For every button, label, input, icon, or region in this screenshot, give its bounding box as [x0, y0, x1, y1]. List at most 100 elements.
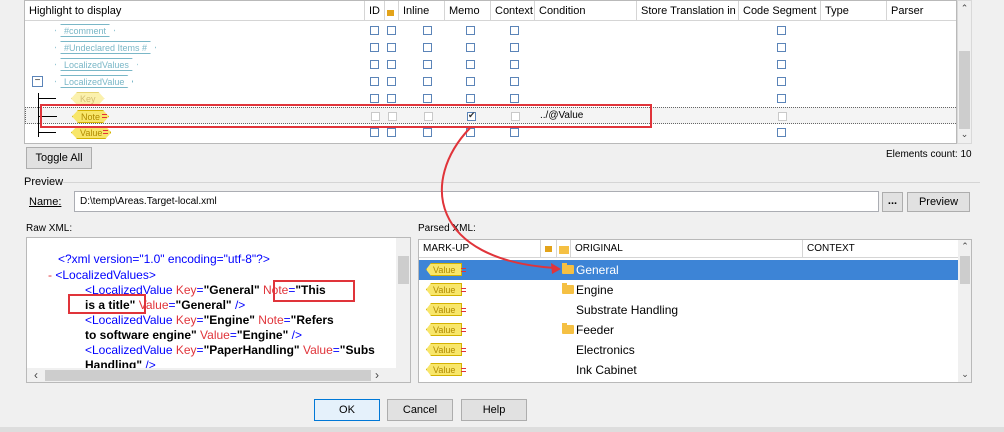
browse-button[interactable]: ...: [882, 192, 903, 212]
column-checkbox[interactable]: [423, 77, 432, 86]
toggle-all-button[interactable]: Toggle All: [26, 147, 92, 169]
scroll-thumb[interactable]: [45, 370, 371, 381]
scroll-left-icon[interactable]: ‹: [31, 368, 41, 382]
markup-tag: Value: [426, 343, 463, 356]
col-type[interactable]: Type: [821, 1, 887, 21]
annotation-arrow: [440, 127, 561, 274]
raw-xml-hscrollbar[interactable]: ‹ ›: [27, 368, 410, 382]
parsed-row[interactable]: Value Electronics: [419, 340, 961, 360]
scroll-thumb[interactable]: [960, 256, 970, 284]
xml-attr-value: "Engine": [236, 328, 289, 342]
scroll-down-icon[interactable]: ⌄: [958, 129, 971, 140]
column-checkbox[interactable]: [370, 26, 379, 35]
element-tag: LocalizedValue: [55, 75, 133, 88]
parsed-row[interactable]: Value Engine: [419, 280, 961, 300]
scroll-up-icon[interactable]: ⌃: [958, 3, 971, 14]
parsed-row[interactable]: Value Ink Cabinet: [419, 360, 961, 380]
original-text: Electronics: [576, 343, 635, 357]
column-checkbox[interactable]: [423, 60, 432, 69]
scroll-right-icon[interactable]: ›: [372, 368, 382, 382]
column-checkbox[interactable]: [510, 60, 519, 69]
xml-attr: Value: [200, 328, 230, 342]
xml-attr-value: "General": [175, 298, 232, 312]
column-checkbox[interactable]: [466, 94, 475, 103]
column-checkbox[interactable]: [510, 43, 519, 52]
column-checkbox[interactable]: [777, 43, 786, 52]
parsed-row[interactable]: Value Substrate Handling: [419, 300, 961, 320]
column-checkbox[interactable]: [387, 77, 396, 86]
equals-icon: [461, 348, 466, 352]
xml-line-paper: <LocalizedValue Key="PaperHandling" Valu…: [85, 343, 375, 357]
highlight-row[interactable]: #comment: [25, 22, 956, 39]
cancel-button[interactable]: Cancel: [387, 399, 453, 421]
column-checkbox[interactable]: [423, 94, 432, 103]
col-context[interactable]: CONTEXT: [803, 240, 959, 258]
highlight-scrollbar[interactable]: ⌃ ⌄: [957, 0, 972, 144]
col-highlight[interactable]: Highlight to display: [25, 1, 365, 21]
folder-icon: [562, 323, 574, 334]
element-tag: #Undeclared Items #: [55, 41, 156, 54]
column-checkbox[interactable]: [387, 128, 396, 137]
col-context[interactable]: Context: [491, 1, 535, 21]
original-text: Engine: [576, 283, 614, 297]
col-original[interactable]: ORIGINAL: [571, 240, 803, 258]
col-parser[interactable]: Parser: [887, 1, 956, 21]
column-checkbox[interactable]: [387, 60, 396, 69]
collapse-toggle[interactable]: -: [48, 268, 52, 282]
col-store-translation[interactable]: Store Translation in: [637, 1, 739, 21]
collapse-icon[interactable]: −: [32, 76, 43, 87]
col-id[interactable]: ID: [365, 1, 385, 21]
parsed-row[interactable]: Value Feeder: [419, 320, 961, 340]
xml-tag: <LocalizedValue: [85, 343, 173, 357]
highlight-row[interactable]: − LocalizedValue: [25, 73, 956, 90]
xml-attr: Key: [175, 343, 197, 357]
column-checkbox[interactable]: [423, 43, 432, 52]
column-checkbox[interactable]: [370, 128, 379, 137]
xml-line-engine: <LocalizedValue Key="Engine" Note="Refer…: [85, 313, 334, 327]
col-inline[interactable]: Inline: [399, 1, 445, 21]
column-checkbox[interactable]: [387, 26, 396, 35]
highlight-row[interactable]: LocalizedValues: [25, 56, 956, 73]
column-checkbox[interactable]: [370, 43, 379, 52]
column-checkbox[interactable]: [466, 26, 475, 35]
highlight-row[interactable]: #Undeclared Items #: [25, 39, 956, 56]
preview-button[interactable]: Preview: [907, 192, 970, 212]
col-memo[interactable]: Memo: [445, 1, 491, 21]
ok-button[interactable]: OK: [314, 399, 380, 421]
raw-xml-vscrollbar[interactable]: [396, 238, 410, 368]
markup-tag: Value: [426, 283, 463, 296]
column-checkbox[interactable]: [777, 94, 786, 103]
markup-tag: Value: [426, 363, 463, 376]
column-checkbox[interactable]: [777, 77, 786, 86]
col-code-segment[interactable]: Code Segment: [739, 1, 821, 21]
tree-branch: [38, 132, 56, 133]
scroll-up-icon[interactable]: ⌃: [958, 241, 971, 252]
column-checkbox[interactable]: [387, 94, 396, 103]
xml-attr: Key: [175, 283, 197, 297]
column-checkbox[interactable]: [370, 77, 379, 86]
col-condition[interactable]: Condition: [535, 1, 637, 21]
scroll-thumb[interactable]: [398, 256, 409, 284]
column-checkbox[interactable]: [370, 60, 379, 69]
column-checkbox[interactable]: [777, 60, 786, 69]
col-lock[interactable]: [385, 1, 399, 21]
folder-icon: [562, 283, 574, 294]
markup-tag: Value: [426, 323, 463, 336]
column-checkbox[interactable]: [370, 94, 379, 103]
scroll-thumb[interactable]: [959, 51, 970, 129]
column-checkbox[interactable]: [778, 112, 787, 121]
column-checkbox[interactable]: [510, 94, 519, 103]
column-checkbox[interactable]: [510, 77, 519, 86]
scroll-down-icon[interactable]: ⌄: [958, 369, 971, 380]
parsed-xml-scrollbar[interactable]: ⌃ ⌄: [958, 240, 971, 382]
column-checkbox[interactable]: [466, 77, 475, 86]
help-button[interactable]: Help: [461, 399, 527, 421]
column-checkbox[interactable]: [777, 26, 786, 35]
column-checkbox[interactable]: [466, 43, 475, 52]
column-checkbox[interactable]: [777, 128, 786, 137]
column-checkbox[interactable]: [466, 60, 475, 69]
column-checkbox[interactable]: [510, 26, 519, 35]
column-checkbox[interactable]: [387, 43, 396, 52]
column-checkbox[interactable]: [423, 26, 432, 35]
window-bottom-border: [0, 427, 1004, 432]
